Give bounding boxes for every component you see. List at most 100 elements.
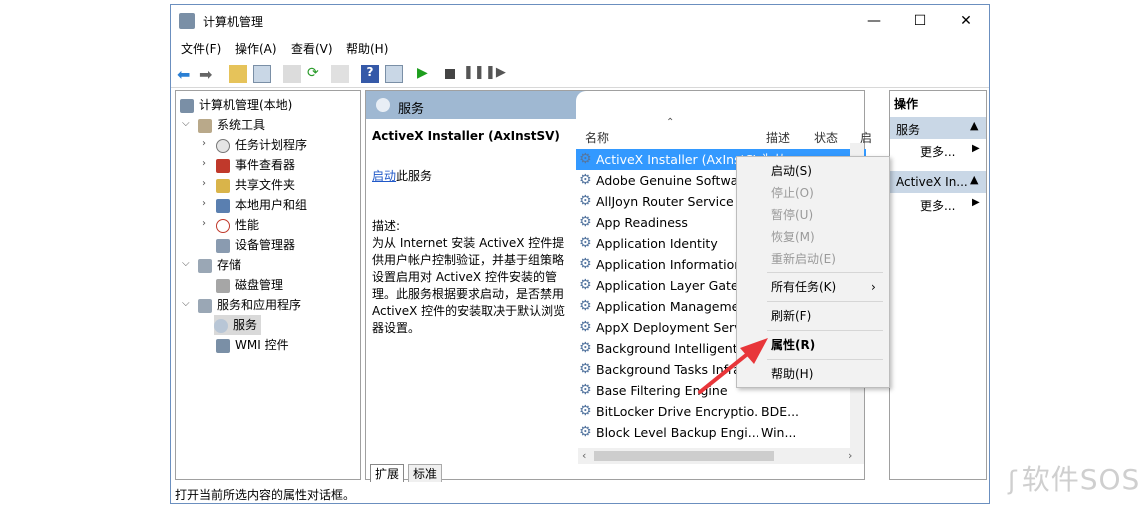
chevron-down-icon[interactable]: ⌵ [182, 118, 190, 129]
service-name: Application Layer Gateway [596, 278, 758, 293]
service-row[interactable]: ⚙ Block Level Backup Engi... Win... [576, 422, 866, 443]
tree-device-manager[interactable]: 设备管理器 [216, 235, 295, 255]
horizontal-scroll-thumb[interactable] [594, 451, 774, 461]
performance-icon [216, 218, 230, 233]
tree-shared-folders[interactable]: 共享文件夹 [216, 175, 295, 195]
tree-storage[interactable]: 存储 [198, 255, 241, 275]
minimize-button[interactable]: — [851, 5, 897, 37]
resume-service-icon[interactable]: ❚▶ [485, 65, 506, 83]
menu-file[interactable]: 文件(F) [181, 40, 221, 57]
chevron-down-icon[interactable]: ⌵ [182, 298, 190, 309]
chevron-right-icon[interactable]: › [202, 218, 206, 229]
ctx-separator [767, 272, 883, 273]
tree-services[interactable]: 服务 [214, 315, 262, 335]
collapse-icon[interactable]: ▲ [970, 173, 978, 186]
submenu-arrow-icon: › [871, 280, 876, 294]
chevron-right-icon[interactable]: › [202, 198, 206, 209]
wmi-icon [216, 338, 230, 353]
column-description[interactable]: 描述 [766, 129, 790, 146]
service-name: BitLocker Drive Encryptio... [596, 404, 758, 419]
chevron-down-icon[interactable]: ⌵ [182, 258, 190, 269]
start-service-icon[interactable]: ▶ [417, 65, 435, 83]
start-service-line: 启动此服务 [372, 169, 433, 183]
ctx-stop[interactable]: 停止(O) [771, 183, 814, 203]
tree-performance[interactable]: 性能 [216, 215, 259, 235]
menu-action[interactable]: 操作(A) [235, 40, 277, 57]
gear-icon: ⚙ [579, 151, 592, 167]
disk-icon [216, 278, 230, 293]
service-name: Adobe Genuine Software [596, 173, 751, 188]
gear-icon: ⚙ [579, 382, 592, 398]
stop-service-icon[interactable] [441, 65, 459, 83]
tree-disk-management[interactable]: 磁盘管理 [216, 275, 283, 295]
service-name: ActiveX Installer (AxInstSV) [596, 152, 758, 167]
forward-icon[interactable]: ➡ [199, 65, 217, 84]
horizontal-scrollbar[interactable]: ‹ › [578, 448, 864, 464]
view-tabs: 扩展 标准 [366, 463, 864, 482]
list-header-bg [576, 91, 864, 119]
column-status[interactable]: 状态 [814, 129, 838, 146]
chevron-right-icon[interactable]: › [202, 158, 206, 169]
actions-section-activex[interactable]: ActiveX In... ▲ [890, 171, 986, 193]
gear-icon: ⚙ [579, 214, 592, 230]
tab-extended[interactable]: 扩展 [370, 464, 405, 482]
tree-event-viewer[interactable]: 事件查看器 [216, 155, 295, 175]
scroll-right-icon[interactable]: › [848, 449, 852, 462]
refresh-icon[interactable]: ⟳ [307, 65, 325, 83]
gear-icon: ⚙ [579, 277, 592, 293]
gear-icon: ⚙ [579, 424, 592, 440]
tab-standard[interactable]: 标准 [408, 464, 443, 482]
storage-icon [198, 258, 212, 273]
close-button[interactable]: ✕ [943, 5, 989, 37]
actions-more-2[interactable]: 更多... [920, 197, 955, 214]
ctx-separator [767, 359, 883, 360]
scroll-left-icon[interactable]: ‹ [582, 449, 586, 462]
actions-more-1[interactable]: 更多... [920, 143, 955, 160]
clock-icon [216, 138, 230, 153]
watermark-logo-icon: ʃ [1008, 466, 1018, 496]
service-name: App Readiness [596, 215, 688, 230]
tree-local-users[interactable]: 本地用户和组 [216, 195, 307, 215]
up-folder-icon[interactable] [229, 65, 247, 83]
show-tree-icon[interactable] [253, 65, 271, 83]
actions-pane: 操作 服务 ▲ 更多... ▶ ActiveX In... ▲ 更多... ▶ [889, 90, 987, 480]
service-name: Application Identity [596, 236, 718, 251]
actions-section-services[interactable]: 服务 ▲ [890, 117, 986, 139]
back-icon[interactable]: ⬅ [177, 65, 195, 84]
menu-help[interactable]: 帮助(H) [346, 40, 388, 57]
ctx-pause[interactable]: 暂停(U) [771, 205, 813, 225]
ctx-start[interactable]: 启动(S) [771, 161, 812, 181]
sort-ascending-icon: ⌃ [666, 117, 675, 128]
ctx-refresh[interactable]: 刷新(F) [771, 306, 811, 326]
pause-service-icon[interactable]: ❚❚ [463, 65, 485, 83]
ctx-resume[interactable]: 恢复(M) [771, 227, 815, 247]
event-viewer-icon [216, 158, 230, 173]
menu-bar: 文件(F) 操作(A) 查看(V) 帮助(H) [171, 37, 989, 59]
watermark: ʃ 软件SOS [1008, 463, 1141, 496]
help-icon[interactable]: ? [361, 65, 379, 83]
chevron-right-icon[interactable]: › [202, 138, 206, 149]
tree-task-scheduler[interactable]: 任务计划程序 [216, 135, 307, 155]
tree-root[interactable]: 计算机管理(本地) [180, 95, 292, 115]
tree-system-tools[interactable]: 系统工具 [198, 115, 265, 135]
tree-services-apps[interactable]: 服务和应用程序 [198, 295, 301, 315]
export-icon[interactable] [331, 65, 349, 83]
ctx-all-tasks[interactable]: 所有任务(K) [771, 277, 836, 297]
services-header-title: 服务 [398, 102, 425, 117]
service-description: BDE... [761, 404, 800, 419]
service-name: AllJoyn Router Service [596, 194, 734, 209]
start-service-link[interactable]: 启动 [372, 169, 396, 183]
column-name[interactable]: 名称 [585, 129, 609, 146]
ctx-restart[interactable]: 重新启动(E) [771, 249, 836, 269]
actions-header: 操作 [894, 97, 919, 111]
properties-icon[interactable] [283, 65, 301, 83]
gear-icon: ⚙ [579, 403, 592, 419]
menu-view[interactable]: 查看(V) [291, 40, 333, 57]
maximize-button[interactable]: ☐ [897, 5, 943, 37]
show-action-pane-icon[interactable] [385, 65, 403, 83]
tree-wmi[interactable]: WMI 控件 [216, 335, 289, 355]
service-row[interactable]: ⚙ BitLocker Drive Encryptio... BDE... [576, 401, 866, 422]
service-name: Application Management [596, 299, 753, 314]
chevron-right-icon[interactable]: › [202, 178, 206, 189]
collapse-icon[interactable]: ▲ [970, 119, 978, 132]
